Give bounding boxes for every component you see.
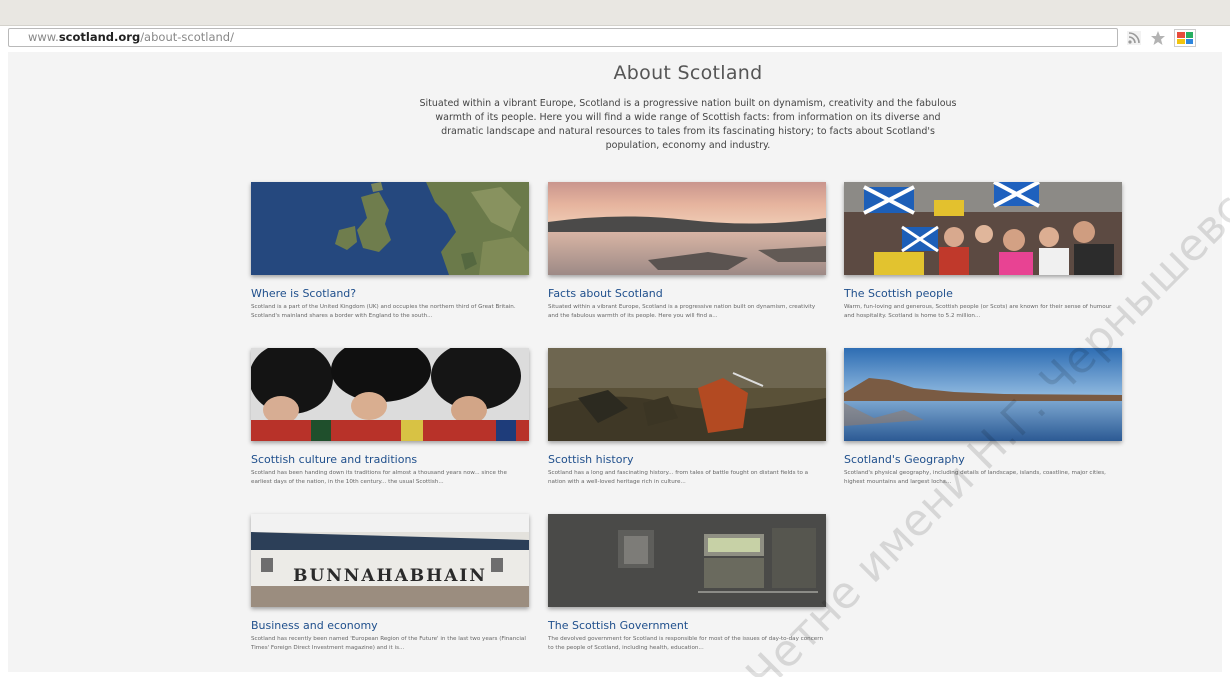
card-title[interactable]: The Scottish people [844, 287, 1122, 301]
extension-icon[interactable] [1174, 29, 1196, 47]
card-description: The devolved government for Scotland is … [548, 636, 823, 651]
card-facts-about-scotland[interactable]: Facts about Scotland Situated within a v… [548, 182, 826, 330]
card-description: Scotland's physical geography, including… [844, 470, 1106, 485]
card-title[interactable]: Scotland's Geography [844, 453, 1122, 467]
card-description: Scotland has a long and fascinating hist… [548, 470, 809, 485]
card-title[interactable]: Facts about Scotland [548, 287, 826, 301]
card-scotlands-geography[interactable]: Scotland's Geography Scotland's physical… [844, 348, 1122, 496]
card-description: Situated within a vibrant Europe, Scotla… [548, 304, 816, 319]
url-path: /about-scotland/ [140, 30, 234, 44]
card-where-is-scotland[interactable]: Where is Scotland? Scotland is a part of… [251, 182, 529, 330]
card-description: Scotland has been handing down its tradi… [251, 470, 507, 485]
card-title[interactable]: The Scottish Government [548, 619, 826, 633]
card-description: Warm, fun-loving and generous, Scottish … [844, 304, 1112, 319]
address-bar-icons [1126, 28, 1196, 48]
intro-paragraph: Situated within a vibrant Europe, Scotla… [419, 98, 957, 151]
card-image[interactable] [548, 514, 826, 607]
card-title[interactable]: Where is Scotland? [251, 287, 529, 301]
browser-top-strip [0, 0, 1230, 26]
bookmark-star-icon[interactable] [1150, 30, 1166, 46]
url-text[interactable]: www.scotland.org/about-scotland/ [28, 30, 234, 44]
card-image[interactable] [251, 348, 529, 441]
card-title[interactable]: Business and economy [251, 619, 529, 633]
page-title: About Scotland [613, 62, 763, 84]
distillery-sign-text: BUNNAHABHAIN [293, 566, 487, 586]
card-scottish-history[interactable]: Scottish history Scotland has a long and… [548, 348, 826, 496]
url-domain: scotland.org [58, 30, 141, 44]
card-title[interactable]: Scottish culture and traditions [251, 453, 529, 467]
card-business-and-economy[interactable]: BUNNAHABHAIN Business and economy Scotla… [251, 514, 529, 662]
card-image[interactable] [548, 348, 826, 441]
card-image[interactable]: BUNNAHABHAIN [251, 514, 529, 607]
card-image[interactable] [251, 182, 529, 275]
card-the-scottish-government[interactable]: The Scottish Government The devolved gov… [548, 514, 826, 662]
card-description: Scotland has recently been named 'Europe… [251, 636, 526, 651]
rss-feed-icon[interactable] [1126, 30, 1142, 46]
url-prefix: www. [28, 30, 59, 44]
card-the-scottish-people[interactable]: The Scottish people Warm, fun-loving and… [844, 182, 1122, 330]
card-title[interactable]: Scottish history [548, 453, 826, 467]
card-image[interactable] [844, 348, 1122, 441]
card-image[interactable] [548, 182, 826, 275]
card-image[interactable] [844, 182, 1122, 275]
card-scottish-culture[interactable]: Scottish culture and traditions Scotland… [251, 348, 529, 496]
card-description: Scotland is a part of the United Kingdom… [251, 304, 516, 319]
